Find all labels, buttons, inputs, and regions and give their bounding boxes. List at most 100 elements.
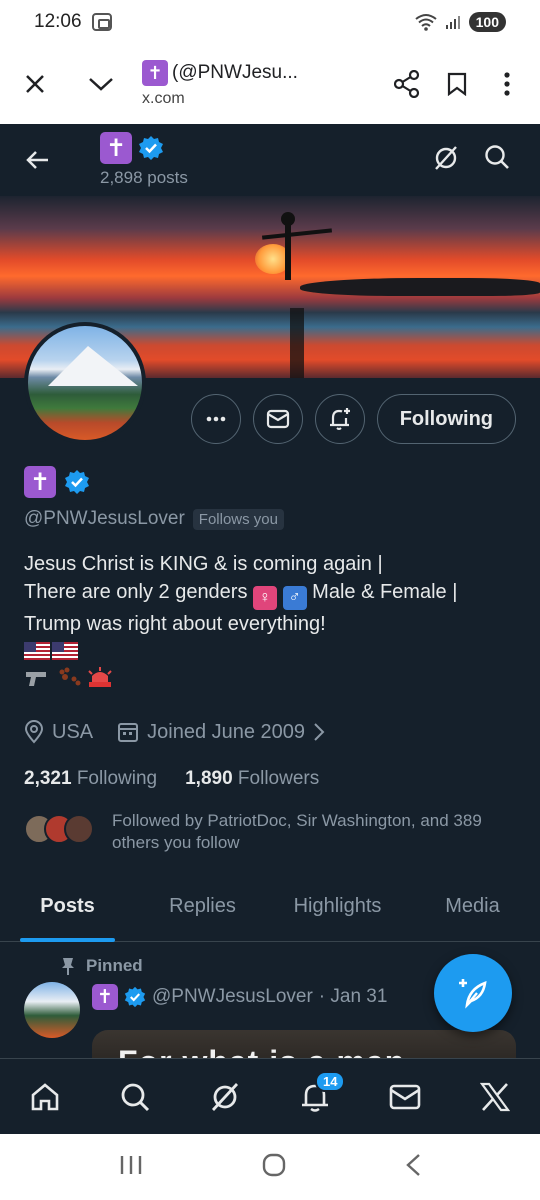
tweet-handle: @PNWJesusLover xyxy=(152,986,313,1007)
follows-you-badge: Follows you xyxy=(192,508,284,530)
back-arrow-icon xyxy=(26,151,48,169)
posts-count: 2,898 posts xyxy=(100,168,188,187)
close-icon xyxy=(26,75,44,93)
notification-count-badge: 14 xyxy=(315,1070,346,1092)
avatar-mountain xyxy=(48,346,138,386)
tab-posts[interactable]: Posts xyxy=(0,872,135,942)
signal-icon xyxy=(445,16,460,29)
joined-text: Joined June 2009 xyxy=(147,720,306,743)
location: USA xyxy=(24,720,93,744)
tweet-date: · Jan 31 xyxy=(318,986,388,1007)
search-icon xyxy=(485,144,509,169)
bio-emoji-row xyxy=(24,666,520,696)
pistol-icon xyxy=(26,672,46,686)
avatar[interactable] xyxy=(24,982,80,1038)
joined-date[interactable]: Joined June 2009 xyxy=(117,721,325,744)
tab-highlights[interactable]: Highlights xyxy=(270,872,405,941)
page-title: (@PNWJesu... xyxy=(172,62,298,83)
avatar xyxy=(64,814,94,844)
profile-actions: Following xyxy=(190,394,516,444)
nav-messages[interactable] xyxy=(375,1067,435,1127)
banner-figure-arms xyxy=(261,228,333,240)
pin-icon xyxy=(62,958,74,975)
profile-avatar[interactable] xyxy=(24,322,146,444)
nav-grok[interactable] xyxy=(195,1067,255,1127)
search-icon xyxy=(121,1083,150,1111)
search-button[interactable] xyxy=(484,144,510,177)
recents-icon xyxy=(121,1155,142,1174)
nav-search[interactable] xyxy=(105,1067,165,1127)
siren-icon xyxy=(88,667,112,687)
verified-badge-icon xyxy=(124,986,146,1008)
bottom-navigation: 14 xyxy=(0,1058,540,1134)
browser-toolbar: ✝ (@PNWJesu... x.com xyxy=(0,44,540,124)
more-menu-button[interactable] xyxy=(482,59,532,109)
location-icon xyxy=(24,720,44,744)
status-time: 12:06 xyxy=(34,11,82,32)
followers-count-label: Followers xyxy=(237,768,320,789)
bookmark-button[interactable] xyxy=(432,59,482,109)
back-button[interactable] xyxy=(0,124,76,196)
following-button[interactable]: Following xyxy=(376,394,516,444)
display-name: ✝ xyxy=(24,466,520,498)
recent-apps-button[interactable] xyxy=(118,1154,144,1181)
url-block[interactable]: ✝ (@PNWJesu... x.com xyxy=(126,60,382,108)
nav-notifications[interactable]: 14 xyxy=(285,1067,346,1127)
pinned-label: Pinned xyxy=(60,956,143,976)
tweet-header: ✝ @PNWJesusLover · Jan 31 xyxy=(92,984,387,1010)
notification-add-icon xyxy=(329,408,350,430)
more-options-button[interactable] xyxy=(190,394,241,444)
grok-button[interactable] xyxy=(432,144,460,177)
bio-line-3: Trump was right about everything! xyxy=(24,613,326,635)
handle-row: @PNWJesusLover Follows you xyxy=(24,508,520,530)
close-tab-button[interactable] xyxy=(10,59,60,109)
battery-indicator: 100 xyxy=(468,12,506,32)
cross-emoji-icon: ✝ xyxy=(100,132,132,164)
message-button[interactable] xyxy=(252,394,303,444)
bio-line-2-text: There are only 2 genders xyxy=(24,581,248,603)
wifi-icon xyxy=(415,14,437,31)
compose-button[interactable] xyxy=(434,954,512,1032)
grok-icon xyxy=(211,1082,239,1111)
home-system-button[interactable] xyxy=(261,1152,287,1183)
paw-prints-icon xyxy=(59,667,81,686)
calendar-icon xyxy=(118,723,139,742)
home-icon xyxy=(31,1082,59,1110)
header-name: ✝ xyxy=(100,132,188,164)
header-title-block: ✝ 2,898 posts xyxy=(100,132,188,188)
verified-badge-icon[interactable] xyxy=(64,469,90,495)
tab-replies[interactable]: Replies xyxy=(135,872,270,941)
page-title-row: ✝ (@PNWJesu... xyxy=(142,60,382,86)
home-circle-icon xyxy=(262,1153,286,1176)
grok-icon xyxy=(435,145,457,170)
tweet-media[interactable]: For what is a man xyxy=(92,1030,516,1060)
cross-emoji-icon: ✝ xyxy=(142,60,168,86)
followed-by-text: Followed by PatriotDoc, Sir Washington, … xyxy=(112,811,482,852)
compose-icon xyxy=(459,979,487,1009)
profile-tabs: Posts Replies Highlights Media xyxy=(0,872,540,942)
followers-count-link[interactable]: 1,890 Followers xyxy=(185,768,319,790)
status-bar: 12:06 100 xyxy=(0,0,540,44)
share-button[interactable] xyxy=(382,59,432,109)
us-flag-icon xyxy=(52,642,78,660)
following-count-link[interactable]: 2,321 Following xyxy=(24,768,157,790)
chevron-right-icon xyxy=(314,723,325,741)
nav-x-premium[interactable] xyxy=(465,1067,525,1127)
banner-reflection xyxy=(290,308,304,378)
notifications-subscribe-button[interactable] xyxy=(314,394,365,444)
bio-line-2: There are only 2 genders ♀ ♂ Male & Fema… xyxy=(24,578,520,610)
minimize-button[interactable] xyxy=(76,59,126,109)
tab-media[interactable]: Media xyxy=(405,872,540,941)
profile-meta: USA Joined June 2009 xyxy=(24,720,520,744)
following-count-label: Following xyxy=(76,768,158,789)
followed-by[interactable]: Followed by PatriotDoc, Sir Washington, … xyxy=(24,810,520,854)
following-count: 2,321 xyxy=(24,768,72,789)
chevron-down-icon xyxy=(89,78,113,91)
share-icon xyxy=(394,70,420,98)
nav-home[interactable] xyxy=(15,1067,75,1127)
female-sign-icon: ♀ xyxy=(253,586,278,610)
back-system-button[interactable] xyxy=(404,1152,422,1183)
pinned-text: Pinned xyxy=(86,956,143,975)
cross-emoji-icon: ✝ xyxy=(24,466,56,498)
location-text: USA xyxy=(52,720,94,743)
